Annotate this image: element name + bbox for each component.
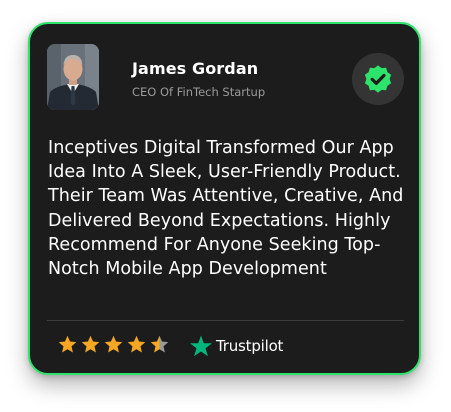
trustpilot-logo: Trustpilot — [189, 334, 283, 358]
page-canvas: James Gordan CEO Of FinTech Startup Ince… — [0, 0, 451, 412]
verified-badge — [352, 53, 404, 105]
divider — [47, 320, 404, 321]
trustpilot-star-icon — [190, 335, 212, 357]
star-icon — [126, 334, 147, 356]
author-name: James Gordan — [132, 59, 259, 78]
author-role: CEO Of FinTech Startup — [132, 85, 266, 99]
half-star-icon — [149, 334, 170, 356]
trustpilot-label: Trustpilot — [216, 337, 284, 355]
star-icon — [103, 334, 124, 356]
verified-check-badge-icon — [364, 65, 392, 93]
star-icon — [80, 334, 101, 356]
avatar — [47, 44, 99, 110]
star-icon — [57, 334, 78, 356]
testimonial-card: James Gordan CEO Of FinTech Startup Ince… — [28, 22, 421, 375]
review-text: Inceptives Digital Transformed Our App I… — [48, 138, 404, 280]
star-rating — [57, 334, 170, 356]
